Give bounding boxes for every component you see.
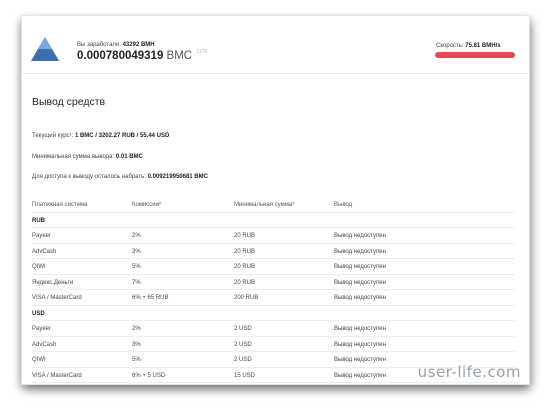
watermark: user-life.com xyxy=(417,363,521,381)
min-amount: 2 USD xyxy=(234,326,252,332)
min-amount: 20 RUB xyxy=(234,248,256,255)
table-row: Payeer 2% 2 USD Вывод недоступен xyxy=(32,321,515,337)
column-header: Вывод xyxy=(334,202,353,208)
remaining-label: Для доступа к выводу осталось набрать: xyxy=(32,174,146,180)
commission: 5% xyxy=(132,357,141,363)
payment-system: Яндекс.Деньги xyxy=(32,279,74,286)
min-value: 0.01 BMC xyxy=(115,154,143,160)
remaining-line: Для доступа к выводу осталось набрать: 0… xyxy=(32,174,208,180)
currency-group-label: RUB xyxy=(32,217,45,224)
remaining-value: 0.009219950681 BMC xyxy=(147,174,208,180)
table-row: Яндекс.Деньги 7% 20 RUB Вывод недоступен xyxy=(32,275,515,290)
table-row: VISA / MasterCard 6% + 65 RUB 200 RUB Вывод… xyxy=(32,290,515,306)
payment-system: QIWI xyxy=(32,357,46,363)
commission: 2% xyxy=(132,326,141,332)
payment-system: AdvCash xyxy=(32,248,57,255)
commission: 3% xyxy=(132,248,141,255)
withdraw-status: Вывод недоступен xyxy=(334,341,386,348)
min-amount: 20 RUB xyxy=(234,279,256,286)
withdraw-status: Вывод недоступен xyxy=(334,279,386,286)
min-amount: 20 RUB xyxy=(234,264,256,270)
column-header: Платежная система xyxy=(32,202,88,208)
min-amount: 2 USD xyxy=(234,357,252,363)
min-amount: 2 USD xyxy=(234,341,252,348)
table-row: QIWI 5% 20 RUB Вывод недоступен xyxy=(32,259,515,275)
table-row: AdvCash 3% 20 RUB Вывод недоступен xyxy=(32,244,515,259)
speed-value: 75.81 BMH/s xyxy=(465,43,501,49)
rate-value: 1 BMC / 3202.27 RUB / 55.44 USD xyxy=(74,133,170,139)
payment-system: VISA / MasterCard xyxy=(32,372,82,379)
min-amount: 20 RUB xyxy=(234,233,256,239)
withdraw-window: Вы заработали: 43292 BMH 0.000780049319 … xyxy=(22,16,529,384)
commission: 6% + 5 USD xyxy=(132,372,166,379)
balance-currency: BMC xyxy=(166,50,193,62)
header-bar: Вы заработали: 43292 BMH 0.000780049319 … xyxy=(22,16,529,74)
currency-group-label: USD xyxy=(32,310,45,317)
balance-suffix: 1179 xyxy=(196,49,208,55)
page-title: Вывод средств xyxy=(32,96,106,108)
table-header: Платежная система Комиссии² Минимальная су… xyxy=(32,197,515,213)
speed-bar xyxy=(435,52,515,58)
min-label: Минимальная сумма вывода: xyxy=(32,154,115,160)
payment-system: Payeer xyxy=(32,326,52,332)
column-header: Минимальная сумма³ xyxy=(234,202,295,208)
balance: 0.000780049319 BMC 1179 xyxy=(77,49,208,62)
rate-label: Текущий курс¹: xyxy=(32,133,74,139)
withdraw-status: Вывод недоступен xyxy=(334,326,386,332)
payment-system: AdvCash xyxy=(32,341,57,348)
payment-system: Payeer xyxy=(32,233,52,239)
rate-line: Текущий курс¹: 1 BMC / 3202.27 RUB / 55.… xyxy=(32,133,169,139)
speed-label: Скорость: xyxy=(436,43,464,49)
min-amount: 15 USD xyxy=(234,372,256,379)
commission: 2% xyxy=(132,233,141,239)
earned-label: Вы заработали: xyxy=(77,42,121,48)
earned-info: Вы заработали: 43292 BMH xyxy=(77,42,155,48)
commission: 3% xyxy=(132,341,141,348)
commission: 7% xyxy=(132,279,141,286)
payment-system: QIWI xyxy=(32,264,46,270)
group-row: RUB xyxy=(32,213,515,228)
withdraw-status: Вывод недоступен xyxy=(334,264,386,270)
withdraw-status: Вывод недоступен xyxy=(334,357,386,363)
group-row: USD xyxy=(32,306,515,321)
withdraw-status: Вывод недоступен xyxy=(334,233,386,239)
commission: 5% xyxy=(132,264,141,270)
payment-system: VISA / MasterCard xyxy=(32,295,82,301)
table-row: Payeer 2% 20 RUB Вывод недоступен xyxy=(32,228,515,244)
logo-icon xyxy=(31,37,59,61)
column-header: Комиссии² xyxy=(132,202,162,208)
withdraw-status: Вывод недоступен xyxy=(334,295,386,301)
table-row: AdvCash 3% 2 USD Вывод недоступен xyxy=(32,337,515,352)
earned-value: 43292 BMH xyxy=(122,42,155,48)
balance-value: 0.000780049319 xyxy=(77,50,164,62)
min-amount: 200 RUB xyxy=(234,295,259,301)
withdraw-status: Вывод недоступен xyxy=(334,248,386,255)
min-line: Минимальная сумма вывода: 0.01 BMC xyxy=(32,154,143,160)
commission: 6% + 65 RUB xyxy=(132,295,169,301)
withdraw-status: Вывод недоступен xyxy=(334,372,386,379)
speed-info: Скорость: 75.81 BMH/s xyxy=(436,43,501,49)
